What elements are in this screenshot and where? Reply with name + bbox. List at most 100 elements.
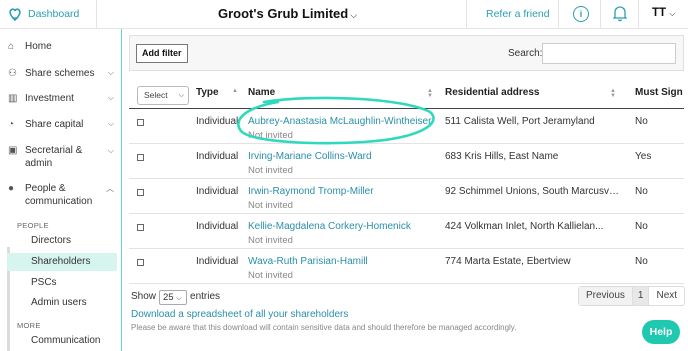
company-switcher[interactable]: Groot's Grub Limited ⌵ [218,6,357,21]
previous-page-button[interactable]: Previous [579,287,632,305]
logo-heart-icon[interactable] [8,6,22,22]
section-label-people: PEOPLE [17,221,49,230]
cell-type: Individual [196,116,239,127]
divider [466,0,467,29]
cell-must-sign: Yes [635,151,652,162]
help-button[interactable]: Help [642,320,680,344]
shareholder-name-link[interactable]: Irwin-Raymond Tromp-Miller [248,186,374,197]
main-content: Add filter Search: Select ⌵ Type ▲ Name ▲… [123,29,688,351]
page-length-select[interactable]: 25 ⌵ [159,290,188,305]
page-length-control: Show 25 ⌵ entries [131,289,221,305]
sort-asc-icon[interactable]: ▲ [232,88,238,99]
invite-status: Not invited [248,130,293,141]
divider [638,0,639,29]
invite-status: Not invited [248,270,293,281]
add-filter-button[interactable]: Add filter [136,44,188,63]
table-row: Individual Kellie-Magdalena Corkery-Home… [129,214,684,249]
sidebar-item-label: People & communication [25,183,93,207]
sidebar-item-share-capital[interactable]: ◔ Share capital ⌵ [8,119,114,130]
shareholder-name-link[interactable]: Wava-Ruth Parisian-Hamill [248,256,368,267]
row-checkbox[interactable] [137,119,144,126]
pie-chart-icon: ◔ [8,119,15,130]
sidebar-item-people-communication[interactable]: ● People & communication ︿ [8,182,114,208]
sidebar-item-admin-users[interactable]: Admin users [7,294,117,312]
row-checkbox[interactable] [137,189,144,196]
cell-type: Individual [196,151,239,162]
section-label-more: MORE [17,321,41,330]
entries-label: entries [190,291,221,302]
shareholder-name-link[interactable]: Irving-Mariane Collins-Ward [248,151,372,162]
sidebar-item-investment[interactable]: ▥ Investment ⌵ [8,93,114,104]
row-checkbox[interactable] [137,259,144,266]
cell-address: 774 Marta Estate, Ebertview [445,256,571,267]
table-row: Individual Wava-Ruth Parisian-Hamill Not… [129,249,684,284]
chevron-down-icon: ⌵ [178,92,184,99]
column-header-type[interactable]: Type [196,87,219,98]
sort-icon[interactable]: ▲ ▼ [427,88,433,99]
chevron-down-icon: ⌵ [107,146,114,155]
pagination: Previous 1 Next [578,286,686,306]
info-icon[interactable]: i [573,6,589,22]
refer-a-friend-link[interactable]: Refer a friend [486,8,550,20]
bank-icon: ▥ [8,93,18,104]
next-page-button[interactable]: Next [649,287,684,305]
sidebar: ⌂ Home ⚇ Share schemes ⌵ ▥ Investment ⌵ ◔ Sh… [0,29,122,351]
select-placeholder: Select [144,90,168,100]
sort-icon[interactable]: ▲ ▼ [610,88,616,99]
briefcase-icon: ▣ [8,145,18,156]
column-header-name[interactable]: Name [248,87,275,98]
show-label: Show [131,291,157,302]
cell-must-sign: No [635,186,648,197]
cell-address: 511 Calista Well, Port Jeramyland [445,116,595,127]
search-label: Search: [508,48,543,59]
cell-type: Individual [196,256,239,267]
table-row: Individual Aubrey-Anastasia McLaughlin-W… [129,109,684,144]
row-checkbox[interactable] [137,154,144,161]
cell-address: 683 Kris Hills, East Name [445,151,559,162]
page-length-value: 25 [163,292,174,303]
shareholder-name-link[interactable]: Aubrey-Anastasia McLaughlin-Wintheiser [248,116,431,127]
sidebar-item-label: Share schemes [25,68,95,79]
invite-status: Not invited [248,200,293,211]
sidebar-item-home[interactable]: ⌂ Home [8,41,114,52]
chevron-down-icon: ⌵ [107,93,114,102]
user-menu[interactable]: TT ⌵ [652,7,675,19]
column-header-must-sign[interactable]: Must Sign [635,87,683,98]
cell-must-sign: No [635,256,648,267]
sidebar-item-label: Investment [25,93,74,104]
sidebar-item-share-schemes[interactable]: ⚇ Share schemes ⌵ [8,68,114,79]
cell-must-sign: No [635,116,648,127]
sidebar-item-shareholders[interactable]: Shareholders [7,253,117,271]
bulk-select-dropdown[interactable]: Select ⌵ [137,86,189,105]
search-input[interactable] [542,43,676,64]
sidebar-item-secretarial[interactable]: ▣ Secretarial & admin ⌵ [8,144,114,170]
invite-status: Not invited [248,165,293,176]
table-row: Individual Irwin-Raymond Tromp-Miller No… [129,179,684,214]
person-icon: ● [8,183,15,194]
home-icon: ⌂ [8,41,15,52]
filter-bar: Add filter Search: [129,35,684,71]
top-bar: Dashboard Groot's Grub Limited ⌵ Refer a … [0,0,688,29]
chevron-down-icon: ⌵ [176,295,182,302]
cell-address: 92 Schimmel Unions, South Marcusvil... [445,186,621,197]
cell-must-sign: No [635,221,648,232]
download-spreadsheet-link[interactable]: Download a spreadsheet of all your share… [131,309,348,320]
row-checkbox[interactable] [137,224,144,231]
sidebar-item-communication[interactable]: Communication [7,332,117,350]
user-initials: TT [652,7,667,19]
sidebar-item-directors[interactable]: Directors [7,232,117,250]
page-number-button[interactable]: 1 [631,287,650,305]
sidebar-item-label: Secretarial & admin [25,145,83,169]
company-name: Groot's Grub Limited [218,6,349,21]
sidebar-item-pscs[interactable]: PSCs [7,274,117,292]
shareholder-name-link[interactable]: Kellie-Magdalena Corkery-Homenick [248,221,411,232]
invite-status: Not invited [248,235,293,246]
cell-type: Individual [196,221,239,232]
bell-icon[interactable] [613,5,627,22]
cell-address: 424 Volkman Inlet, North Kallielan... [445,221,604,232]
column-header-address[interactable]: Residential address [445,87,539,98]
sidebar-item-label: Share capital [25,119,84,130]
chevron-down-icon: ⌵ [107,119,114,128]
dashboard-link[interactable]: Dashboard [28,8,79,20]
divider [600,0,601,29]
